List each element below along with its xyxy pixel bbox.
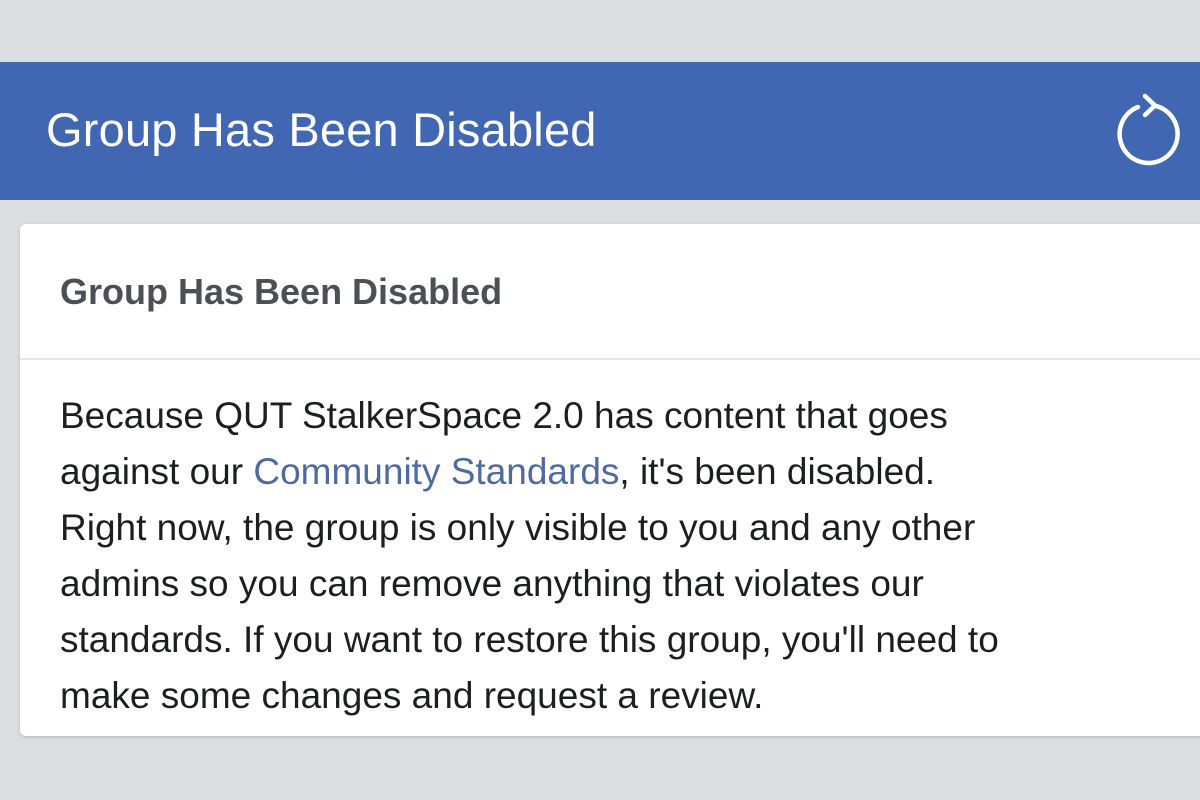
body-line: against our Community Standards, it's be…: [60, 444, 1180, 500]
card-title: Group Has Been Disabled: [60, 271, 503, 312]
divider: [20, 358, 1200, 360]
body-text: against our: [60, 451, 254, 492]
header-title: Group Has Been Disabled: [46, 103, 597, 156]
body-line: admins so you can remove anything that v…: [60, 563, 924, 604]
refresh-icon: [1117, 93, 1180, 166]
community-standards-link[interactable]: Community Standards: [253, 451, 619, 492]
body-line: Right now, the group is only visible to …: [60, 507, 976, 548]
body-line: make some changes and request a review.: [60, 675, 764, 716]
body-line: Because QUT StalkerSpace 2.0 has content…: [60, 395, 948, 436]
refresh-button[interactable]: [1112, 92, 1188, 168]
body-text: , it's been disabled.: [619, 451, 936, 492]
notice-body: Because QUT StalkerSpace 2.0 has content…: [60, 388, 1180, 724]
status-bar-area: [0, 0, 1200, 62]
disabled-notice-card: Group Has Been Disabled Because QUT Stal…: [20, 224, 1200, 736]
body-line: standards. If you want to restore this g…: [60, 619, 999, 660]
app-header: Group Has Been Disabled: [0, 62, 1200, 200]
